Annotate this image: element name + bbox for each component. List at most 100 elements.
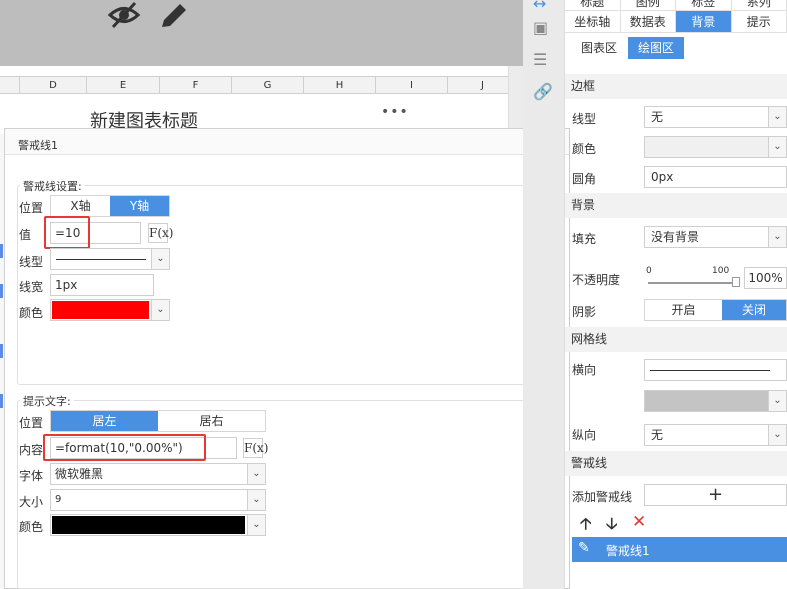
tab-legend[interactable]: 图例 (620, 0, 676, 11)
chevron-down-icon[interactable]: ⌄ (247, 464, 265, 484)
vertical-label: 纵向 (572, 428, 597, 442)
move-down-icon[interactable]: 🡣 (606, 513, 618, 540)
size-select[interactable]: 9 ⌄ (50, 489, 266, 511)
linewidth-label: 线宽 (19, 280, 44, 294)
subtab-plot-area[interactable]: 绘图区 (628, 37, 684, 59)
move-up-icon[interactable]: 🡡 (580, 513, 592, 540)
opacity-slider-track[interactable] (648, 282, 736, 284)
highlight-box (44, 216, 90, 249)
chevron-down-icon[interactable]: ⌄ (151, 300, 169, 320)
chevron-down-icon[interactable]: ⌄ (768, 137, 786, 157)
x-axis-option[interactable]: X轴 (51, 196, 110, 216)
solid-line-swatch (56, 259, 146, 260)
delete-icon[interactable]: ✕ (632, 512, 646, 532)
border-color-label: 颜色 (572, 142, 597, 156)
opacity-slider-handle[interactable] (732, 277, 740, 287)
horizontal-label: 横向 (572, 363, 597, 377)
line-color-swatch (52, 301, 149, 319)
eye-slash-icon[interactable] (107, 0, 141, 37)
more-menu-icon[interactable]: ••• (381, 104, 409, 120)
shadow-label: 阴影 (572, 305, 597, 319)
opacity-input[interactable]: 100% (744, 267, 787, 289)
chevron-down-icon[interactable]: ⌄ (768, 391, 786, 411)
opacity-min: 0 (646, 266, 652, 276)
highlight-box (43, 434, 206, 461)
radius-label: 圆角 (572, 172, 597, 186)
column-G[interactable]: G (232, 77, 304, 93)
tab-background[interactable]: 背景 (676, 11, 732, 33)
dialog-header (5, 129, 569, 155)
horizontal-line-select[interactable] (644, 359, 787, 381)
column-header: D E F G H I J (0, 76, 523, 94)
horizontal-color-picker[interactable]: ⌄ (644, 390, 787, 412)
add-alert-label: 添加警戒线 (572, 490, 633, 504)
tab-axis[interactable]: 坐标轴 (565, 11, 621, 33)
subtab-chart-area[interactable]: 图表区 (570, 37, 628, 59)
border-color-picker[interactable]: ⌄ (644, 136, 787, 158)
tab-title[interactable]: 标题 (565, 0, 621, 11)
chevron-down-icon[interactable]: ⌄ (151, 249, 169, 269)
column-I[interactable]: I (376, 77, 448, 93)
line-color-picker[interactable]: ⌄ (50, 299, 170, 321)
value-label: 值 (19, 228, 32, 242)
section-gridlines: 网格线 (565, 327, 787, 352)
line-settings-title: 警戒线设置: (20, 178, 85, 194)
font-value: 微软雅黑 (55, 467, 104, 481)
column-E[interactable]: E (87, 77, 160, 93)
shadow-on-option[interactable]: 开启 (645, 300, 722, 320)
linetype-label: 线型 (19, 255, 44, 269)
tab-series[interactable]: 系列 (731, 0, 787, 11)
size-value: 9 (55, 494, 62, 505)
tab-tooltip[interactable]: 提示 (731, 11, 787, 33)
hint-position-label: 位置 (19, 416, 44, 430)
align-left-option[interactable]: 居左 (51, 411, 158, 431)
resize-icon[interactable]: ↔ (533, 0, 546, 13)
column-D[interactable]: D (20, 77, 87, 93)
hint-position-toggle: 居左 居右 (50, 410, 266, 432)
add-alert-button[interactable]: + (644, 484, 787, 506)
content-label: 内容 (19, 443, 44, 457)
tab-label[interactable]: 标签 (676, 0, 732, 11)
vertical-line-select[interactable]: 无 ⌄ (644, 424, 787, 446)
position-label: 位置 (19, 201, 44, 215)
column-H[interactable]: H (304, 77, 376, 93)
text-color-label: 颜色 (19, 520, 44, 534)
alert-list-item[interactable]: ✎ 警戒线1 (572, 537, 787, 562)
opacity-max: 100 (712, 266, 730, 276)
fill-select[interactable]: 没有背景 ⌄ (644, 226, 787, 248)
formula-icon[interactable]: F(x) (148, 223, 173, 243)
chevron-down-icon[interactable]: ⌄ (768, 107, 786, 127)
solid-line-swatch (650, 370, 770, 371)
panel-icon[interactable]: ▣ (533, 18, 548, 37)
hint-text-title: 提示文字: (20, 393, 74, 409)
border-line-select[interactable]: 无 ⌄ (644, 106, 787, 128)
top-toolbar (0, 0, 523, 66)
linetype-select[interactable]: ⌄ (50, 248, 170, 270)
font-label: 字体 (19, 469, 44, 483)
y-axis-option[interactable]: Y轴 (110, 196, 169, 216)
size-label: 大小 (19, 495, 44, 509)
chevron-down-icon[interactable]: ⌄ (768, 227, 786, 247)
formula-icon[interactable]: F(x) (243, 438, 268, 458)
linewidth-input[interactable]: 1px (50, 274, 154, 296)
alert-line-dialog: 警戒线1 警戒线设置: 位置 X轴 Y轴 值 =10 F(x) 线型 ⌄ 线宽 … (4, 128, 570, 589)
border-line-label: 线型 (572, 112, 597, 126)
align-right-option[interactable]: 居右 (158, 411, 265, 431)
dialog-title: 警戒线1 (18, 139, 58, 152)
column-F[interactable]: F (160, 77, 232, 93)
shadow-off-option[interactable]: 关闭 (722, 300, 786, 320)
text-color-picker[interactable]: ⌄ (50, 514, 266, 536)
chevron-down-icon[interactable]: ⌄ (768, 425, 786, 445)
link-icon[interactable]: 🔗 (533, 82, 553, 101)
axis-toggle: X轴 Y轴 (50, 195, 170, 217)
tab-datatable[interactable]: 数据表 (620, 11, 676, 33)
pencil-icon[interactable] (158, 0, 190, 37)
pencil-icon[interactable]: ✎ (578, 540, 590, 556)
layers-icon[interactable]: ☰ (533, 50, 547, 69)
chevron-down-icon[interactable]: ⌄ (247, 515, 265, 535)
settings-tabs: 标题 图例 标签 系列 坐标轴 数据表 背景 提示 图表区 绘图区 (565, 0, 787, 66)
radius-input[interactable]: 0px (644, 166, 787, 188)
font-select[interactable]: 微软雅黑 ⌄ (50, 463, 266, 485)
chevron-down-icon[interactable]: ⌄ (247, 490, 265, 510)
fill-label: 填充 (572, 232, 597, 246)
